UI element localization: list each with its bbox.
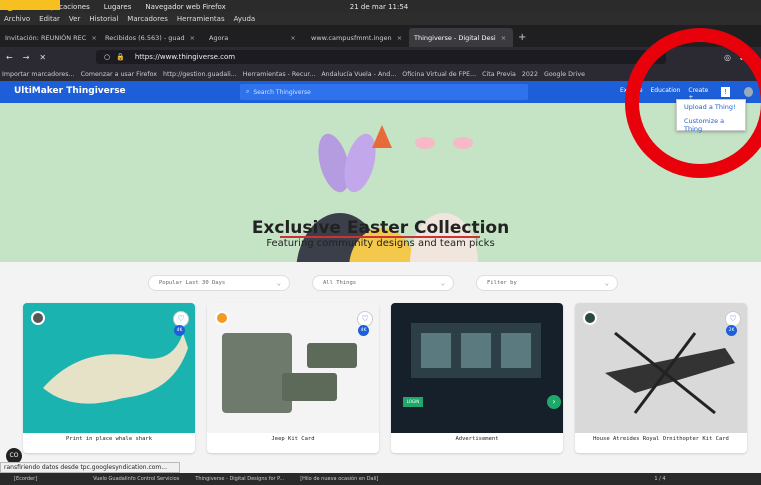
close-icon[interactable]: × xyxy=(501,34,506,42)
category-value: All Things xyxy=(323,280,357,286)
taskbar-item[interactable]: Thingiverse - Digital Designs for P... xyxy=(195,476,284,482)
search-placeholder: Search Thingiverse xyxy=(253,88,311,96)
category-select[interactable]: All Things ⌄ xyxy=(312,275,454,291)
workspace-indicator[interactable]: 1 / 4 xyxy=(654,476,665,482)
places-menu[interactable]: Lugares xyxy=(104,3,132,11)
screen: Aplicaciones Lugares Navegador web Firef… xyxy=(0,0,761,485)
close-icon[interactable]: × xyxy=(397,34,402,42)
url-text: https://www.thingiverse.com xyxy=(134,53,236,61)
close-icon[interactable]: × xyxy=(190,34,195,42)
bookmark-item[interactable]: http://gestion.guadali... xyxy=(163,71,237,78)
taskbar-item[interactable]: Vuelo Guadalinfo Control Servicios xyxy=(93,476,179,482)
thing-thumbnail[interactable] xyxy=(23,303,195,433)
search-icon: ⌕ xyxy=(246,88,250,95)
like-count-badge: 4K xyxy=(358,325,369,336)
menu-bar: Archivo Editar Ver Historial Marcadores … xyxy=(0,13,761,25)
bookmark-item[interactable]: Comenzar a usar Firefox xyxy=(81,71,157,78)
thing-card[interactable]: ♡ 2K House Atreides Royal Ornithopter Ki… xyxy=(575,303,747,453)
like-count-badge: 4K xyxy=(174,325,185,336)
chevron-right-icon[interactable]: › xyxy=(547,395,561,409)
sort-select[interactable]: Popular Last 30 Days ⌄ xyxy=(148,275,290,291)
bookmark-item[interactable]: Cita Previa xyxy=(482,71,516,78)
bookmark-item[interactable]: Oficina Virtual de FPE... xyxy=(402,71,476,78)
system-top-bar: Aplicaciones Lugares Navegador web Firef… xyxy=(0,0,761,13)
menu-ayuda[interactable]: Ayuda xyxy=(234,15,256,23)
creator-avatar[interactable] xyxy=(583,311,597,325)
ad-card[interactable]: LOGIN › Advertisement xyxy=(391,303,563,453)
back-icon[interactable]: ← xyxy=(6,53,13,62)
browser-app-menu[interactable]: Navegador web Firefox xyxy=(145,3,225,11)
tab-bar: Invitación: REUNIÓN REC × Recibidos (6.56… xyxy=(0,25,761,47)
taskbar-item[interactable]: [Ecorder] xyxy=(14,476,37,482)
site-logo[interactable]: UltiMaker Thingiverse xyxy=(14,86,126,96)
menu-ver[interactable]: Ver xyxy=(69,15,80,23)
shield-icon[interactable]: ○ xyxy=(104,53,110,61)
filter-value: Filter by xyxy=(487,280,517,286)
sort-value: Popular Last 30 Days xyxy=(159,280,226,286)
menu-herramientas[interactable]: Herramientas xyxy=(177,15,225,23)
thing-card[interactable]: ♡ 4K Jeep Kit Card xyxy=(207,303,379,453)
clock[interactable]: 21 de mar 11:54 xyxy=(350,3,409,11)
creator-avatar[interactable] xyxy=(31,311,45,325)
new-tab-button[interactable]: + xyxy=(513,28,533,47)
chevron-down-icon: ⌄ xyxy=(604,279,609,287)
thing-title[interactable]: Print in place whale shark xyxy=(23,436,195,442)
menu-editar[interactable]: Editar xyxy=(39,15,60,23)
yellow-highlight xyxy=(0,0,60,10)
bookmark-item[interactable]: Google Drive xyxy=(544,71,585,78)
thing-thumbnail[interactable] xyxy=(575,303,747,433)
tab-label: Thingiverse - Digital Desi xyxy=(414,33,496,42)
thing-title[interactable]: House Atreides Royal Ornithopter Kit Car… xyxy=(575,436,747,442)
lock-icon[interactable]: 🔒 xyxy=(116,53,125,61)
creator-avatar[interactable] xyxy=(215,311,229,325)
ad-image[interactable] xyxy=(391,303,563,433)
thing-thumbnail[interactable] xyxy=(207,303,379,433)
status-bar: ransfiriendo datos desde tpc.googlesyndi… xyxy=(0,462,180,473)
close-icon[interactable]: × xyxy=(91,34,96,42)
thing-title[interactable]: Jeep Kit Card xyxy=(207,436,379,442)
close-icon[interactable]: ✕ xyxy=(39,53,46,62)
url-field[interactable]: ○ 🔒 https://www.thingiverse.com ☆ xyxy=(96,50,666,64)
taskbar: [Ecorder] Vuelo Guadalinfo Control Servi… xyxy=(0,473,761,485)
filter-select[interactable]: Filter by ⌄ xyxy=(476,275,618,291)
tab-campus[interactable]: www.campusfmmt.ingen × xyxy=(306,28,409,47)
tab-label: Agora xyxy=(209,33,229,42)
tab-label: Invitación: REUNIÓN REC xyxy=(5,33,87,42)
menu-archivo[interactable]: Archivo xyxy=(4,15,30,23)
hero-title: Exclusive Easter Collection xyxy=(251,218,510,238)
tab-label: www.campusfmmt.ingen xyxy=(311,33,392,42)
tab-agora[interactable]: Agora × xyxy=(204,28,306,47)
like-count-badge: 2K xyxy=(726,325,737,336)
ad-login-button[interactable]: LOGIN xyxy=(403,397,423,407)
close-icon[interactable]: × xyxy=(290,34,295,42)
menu-historial[interactable]: Historial xyxy=(89,15,118,23)
bookmark-item[interactable]: Herramientas - Recur... xyxy=(243,71,316,78)
hero-subtitle: Featuring community designs and team pic… xyxy=(266,238,495,249)
tab-invitacion[interactable]: Invitación: REUNIÓN REC × xyxy=(0,28,100,47)
menu-marcadores[interactable]: Marcadores xyxy=(127,15,168,23)
chevron-down-icon: ⌄ xyxy=(276,279,281,287)
bookmark-item[interactable]: Importar marcadores... xyxy=(2,71,75,78)
thing-card[interactable]: ♡ 4K Print in place whale shark xyxy=(23,303,195,453)
search-input[interactable]: ⌕ Search Thingiverse xyxy=(240,84,528,100)
tab-recibidos[interactable]: Recibidos (6.563) - guad × xyxy=(100,28,204,47)
bookmark-item[interactable]: 2022 xyxy=(522,71,538,78)
taskbar-item[interactable]: [Hilo de nueva ocasión en Dali] xyxy=(300,476,378,482)
bookmark-item[interactable]: Andalucía Vuela - And... xyxy=(321,71,396,78)
tab-thingiverse[interactable]: Thingiverse - Digital Desi × xyxy=(409,28,513,47)
ad-label: Advertisement xyxy=(455,436,499,442)
forward-icon[interactable]: → xyxy=(23,53,30,62)
tab-label: Recibidos (6.563) - guad xyxy=(105,33,185,42)
chevron-down-icon: ⌄ xyxy=(440,279,445,287)
